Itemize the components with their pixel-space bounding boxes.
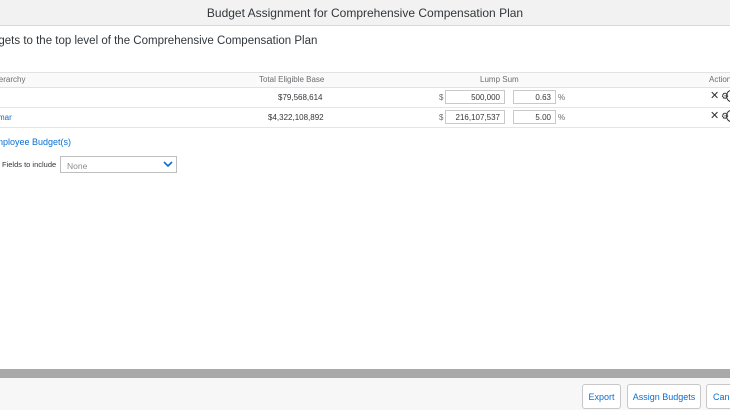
close-icon[interactable]: ✕ xyxy=(710,91,719,102)
percent-symbol: % xyxy=(558,93,566,102)
column-header-actions: Action xyxy=(709,75,730,84)
refresh-icon[interactable] xyxy=(726,90,730,102)
lump-sum-amount-input[interactable]: 500,000 xyxy=(445,90,505,104)
employee-budgets-link[interactable]: nployee Budget(s) xyxy=(0,137,71,147)
assign-budgets-button[interactable]: Assign Budgets xyxy=(627,384,701,409)
currency-symbol: $ xyxy=(439,113,444,122)
fields-to-include-select[interactable]: None xyxy=(60,156,177,173)
total-eligible-base-value: $79,568,614 xyxy=(278,93,323,102)
lump-sum-percent-input[interactable]: 0.63 xyxy=(513,90,556,104)
currency-symbol: $ xyxy=(439,93,444,102)
refresh-icon[interactable] xyxy=(726,110,730,122)
dialog-title-bar: Budget Assignment for Comprehensive Comp… xyxy=(0,0,730,26)
table-header: ierarchy Total Eligible Base Lump Sum Ac… xyxy=(0,72,730,88)
chevron-down-icon[interactable] xyxy=(160,157,176,172)
column-header-lump-sum[interactable]: Lump Sum xyxy=(480,75,519,84)
select-value: None xyxy=(67,161,88,171)
column-header-total-eligible-base[interactable]: Total Eligible Base xyxy=(259,75,324,84)
percent-symbol: % xyxy=(558,113,566,122)
lump-sum-percent-input[interactable]: 5.00 xyxy=(513,110,556,124)
horizontal-scrollbar[interactable] xyxy=(0,369,730,378)
total-eligible-base-value: $4,322,108,892 xyxy=(268,113,324,122)
dialog-subtitle: dgets to the top level of the Comprehens… xyxy=(0,35,318,47)
dialog-title: Budget Assignment for Comprehensive Comp… xyxy=(206,5,524,20)
cancel-button[interactable]: Canc xyxy=(706,384,730,409)
table-row: $79,568,614 $ 500,000 0.63 % ✕ ⚙ xyxy=(0,88,730,108)
close-icon[interactable]: ✕ xyxy=(710,111,719,122)
export-button[interactable]: Export xyxy=(582,384,621,409)
lump-sum-amount-input[interactable]: 216,107,537 xyxy=(445,110,505,124)
row-name-link[interactable]: mar xyxy=(0,113,12,122)
table-row: mar $4,322,108,892 $ 216,107,537 5.00 % … xyxy=(0,108,730,128)
fields-to-include-label: Fields to include xyxy=(2,160,57,169)
column-header-hierarchy[interactable]: ierarchy xyxy=(0,75,25,84)
